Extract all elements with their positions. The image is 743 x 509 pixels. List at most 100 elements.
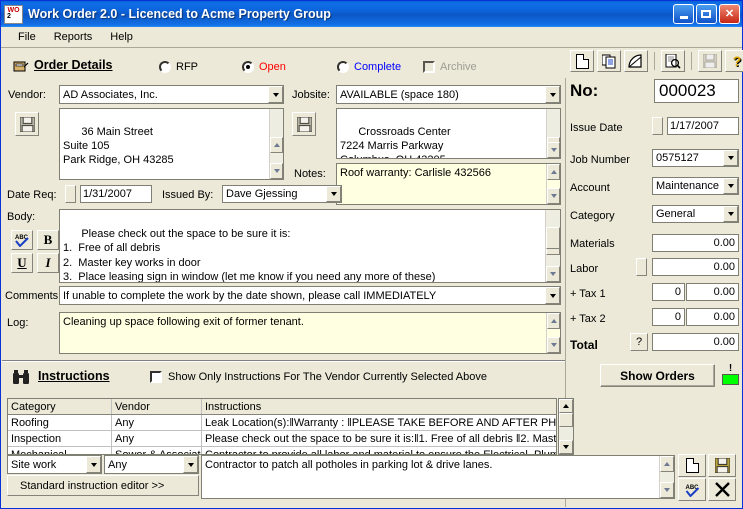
job-number-dropdown-arrow[interactable] — [723, 150, 738, 166]
issue-date-field[interactable]: 1/17/2007 — [667, 117, 739, 135]
column-header-instructions[interactable]: Instructions — [202, 399, 556, 414]
scroll-thumb[interactable] — [546, 227, 560, 249]
tax2-amount-field[interactable]: 0.00 — [686, 308, 739, 326]
instruction-text-scrollbar[interactable] — [659, 456, 674, 498]
vendor-filter-checkbox-group[interactable]: Show Only Instructions For The Vendor Cu… — [150, 371, 487, 383]
menu-item-file[interactable]: File — [9, 29, 45, 45]
status-radio-rfp[interactable]: RFP — [159, 61, 198, 73]
new-instruction-button[interactable] — [678, 454, 706, 477]
tax1-amount-field[interactable]: 0.00 — [686, 283, 739, 301]
body-textarea[interactable]: Please check out the space to be sure it… — [59, 209, 561, 283]
jobsite-address-box[interactable]: Crossroads Center 7224 Marris Parkway Co… — [336, 108, 561, 159]
vendor-address-box[interactable]: 36 Main Street Suite 105 Park Ridge, OH … — [59, 108, 284, 180]
status-indicator-label: ! — [722, 364, 739, 374]
date-req-picker-button[interactable] — [65, 185, 76, 203]
scroll-thumb[interactable] — [559, 413, 573, 427]
jobsite-combo[interactable]: AVAILABLE (space 180) — [336, 85, 561, 104]
scroll-up-button[interactable] — [270, 137, 283, 153]
comments-combo[interactable]: If unable to complete the work by the da… — [59, 286, 561, 305]
delete-instruction-button[interactable] — [708, 478, 736, 501]
instructions-table[interactable]: Category Vendor Instructions Roofing Any… — [7, 398, 557, 455]
copy-icon — [602, 54, 617, 69]
copy-order-button[interactable] — [597, 50, 621, 72]
menu-item-help[interactable]: Help — [101, 29, 142, 45]
notes-box[interactable]: Roof warranty: Carlisle 432566 — [336, 163, 561, 205]
account-dropdown-arrow[interactable] — [723, 178, 738, 194]
tax2-rate-field[interactable]: 0 — [652, 308, 685, 326]
jobsite-address-scrollbar[interactable] — [546, 109, 560, 158]
scroll-down-button[interactable] — [660, 482, 674, 498]
spellcheck-instruction-button[interactable]: ABC — [678, 478, 706, 501]
standard-instruction-editor-button[interactable]: Standard instruction editor >> — [7, 475, 199, 496]
vendor-dropdown-arrow[interactable] — [268, 86, 283, 103]
vendor-address-scrollbar[interactable] — [269, 109, 283, 179]
table-row[interactable]: Roofing Any Leak Location(s):‖Warranty :… — [8, 415, 556, 431]
scroll-down-button[interactable] — [270, 163, 283, 179]
save-vendor-button[interactable] — [15, 112, 39, 136]
scroll-down-button[interactable] — [546, 266, 560, 282]
scroll-up-button[interactable] — [559, 399, 573, 413]
status-radio-complete[interactable]: Complete — [337, 61, 401, 73]
tax1-rate-field[interactable]: 0 — [652, 283, 685, 301]
help-button[interactable]: ? — [725, 50, 743, 72]
editor-vendor-combo[interactable]: Any — [104, 455, 199, 474]
scroll-up-button[interactable] — [660, 456, 674, 472]
column-header-category[interactable]: Category — [8, 399, 112, 414]
vendor-combo[interactable]: AD Associates, Inc. — [59, 85, 284, 104]
labor-field[interactable]: 0.00 — [652, 258, 739, 276]
editor-category-combo[interactable]: Site work — [7, 455, 102, 474]
notes-scrollbar[interactable] — [546, 164, 560, 204]
editor-category-dropdown-arrow[interactable] — [86, 456, 101, 473]
email-order-button[interactable] — [624, 50, 648, 72]
labor-picker-button[interactable] — [636, 258, 647, 276]
menu-item-reports[interactable]: Reports — [45, 29, 102, 45]
category-dropdown-arrow[interactable] — [723, 206, 738, 222]
save-jobsite-button[interactable] — [292, 112, 316, 136]
print-preview-button[interactable] — [661, 50, 685, 72]
total-help-button[interactable]: ? — [630, 333, 648, 351]
materials-field[interactable]: 0.00 — [652, 234, 739, 252]
maximize-button[interactable] — [696, 4, 717, 24]
editor-vendor-dropdown-arrow[interactable] — [183, 456, 198, 473]
bold-button[interactable]: B — [37, 230, 59, 250]
instructions-table-scrollbar[interactable] — [558, 398, 574, 455]
issued-by-dropdown-arrow[interactable] — [326, 186, 341, 202]
new-order-button[interactable] — [570, 50, 594, 72]
table-row[interactable]: Inspection Any Please check out the spac… — [8, 431, 556, 447]
issued-by-combo[interactable]: Dave Gjessing — [222, 185, 342, 203]
status-indicator: ! — [722, 364, 739, 387]
column-header-vendor[interactable]: Vendor — [112, 399, 202, 414]
comments-dropdown-arrow[interactable] — [545, 287, 560, 304]
vendor-filter-checkbox[interactable] — [150, 371, 162, 383]
job-number-combo[interactable]: 0575127 — [652, 149, 739, 167]
scroll-up-button[interactable] — [547, 313, 560, 329]
order-no-field[interactable]: 000023 — [654, 79, 739, 103]
tax2-label: + Tax 2 — [570, 313, 606, 325]
log-scrollbar[interactable] — [546, 313, 560, 353]
total-field[interactable]: 0.00 — [652, 333, 739, 351]
table-row[interactable]: Mechanical Sower & Associat Contractor t… — [8, 447, 556, 455]
log-box[interactable]: Cleaning up space following exit of form… — [59, 312, 561, 354]
category-combo[interactable]: General — [652, 205, 739, 223]
scroll-down-button[interactable] — [559, 440, 573, 454]
account-combo[interactable]: Maintenance — [652, 177, 739, 195]
body-scrollbar[interactable] — [545, 210, 560, 282]
scroll-up-button[interactable] — [547, 164, 560, 180]
save-instruction-button[interactable] — [708, 454, 736, 477]
instruction-text-box[interactable]: Contractor to patch all potholes in park… — [201, 455, 675, 499]
save-order-button — [698, 50, 722, 72]
minimize-button[interactable] — [673, 4, 694, 24]
scroll-down-button[interactable] — [547, 142, 560, 158]
jobsite-dropdown-arrow[interactable] — [545, 86, 560, 103]
vendor-address-text: 36 Main Street Suite 105 Park Ridge, OH … — [63, 126, 174, 180]
issue-date-picker-button[interactable] — [652, 117, 663, 135]
status-radio-open[interactable]: Open — [242, 61, 286, 73]
spellcheck-button[interactable]: ABC — [11, 230, 33, 250]
scroll-down-button[interactable] — [547, 188, 560, 204]
close-button[interactable]: ✕ — [719, 4, 740, 24]
italic-button[interactable]: I — [37, 253, 59, 273]
underline-button[interactable]: U — [11, 253, 33, 273]
show-orders-button[interactable]: Show Orders — [600, 364, 715, 387]
scroll-down-button[interactable] — [547, 337, 560, 353]
date-req-field[interactable]: 1/31/2007 — [80, 185, 152, 203]
